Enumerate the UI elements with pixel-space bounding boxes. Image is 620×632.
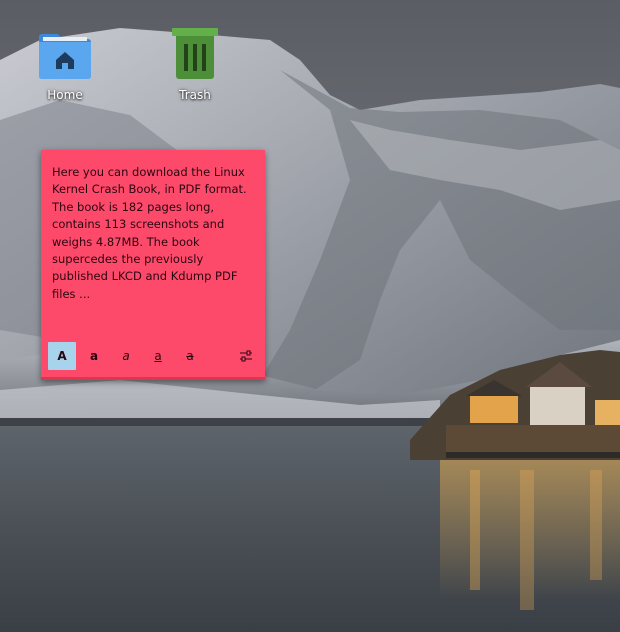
format-underline-button[interactable]: a <box>144 342 172 370</box>
note-text[interactable]: Here you can download the Linux Kernel C… <box>52 164 256 303</box>
format-normal-button[interactable]: A <box>48 342 76 370</box>
format-bold-button[interactable]: a <box>80 342 108 370</box>
desktop-icon-trash[interactable]: Trash <box>150 28 240 102</box>
desktop-icon-home[interactable]: Home <box>20 28 110 102</box>
desktop-icon-label: Home <box>47 88 83 102</box>
note-settings-button[interactable] <box>232 342 260 370</box>
sliders-icon <box>240 350 252 362</box>
sticky-note[interactable]: Here you can download the Linux Kernel C… <box>41 150 265 380</box>
format-italic-button[interactable]: a <box>112 342 140 370</box>
folder-home-icon <box>39 34 91 79</box>
note-format-toolbar: A a a a a <box>48 342 260 370</box>
format-strikethrough-button[interactable]: a <box>176 342 204 370</box>
desktop-icon-label: Trash <box>179 88 211 102</box>
trash-icon <box>172 28 218 79</box>
